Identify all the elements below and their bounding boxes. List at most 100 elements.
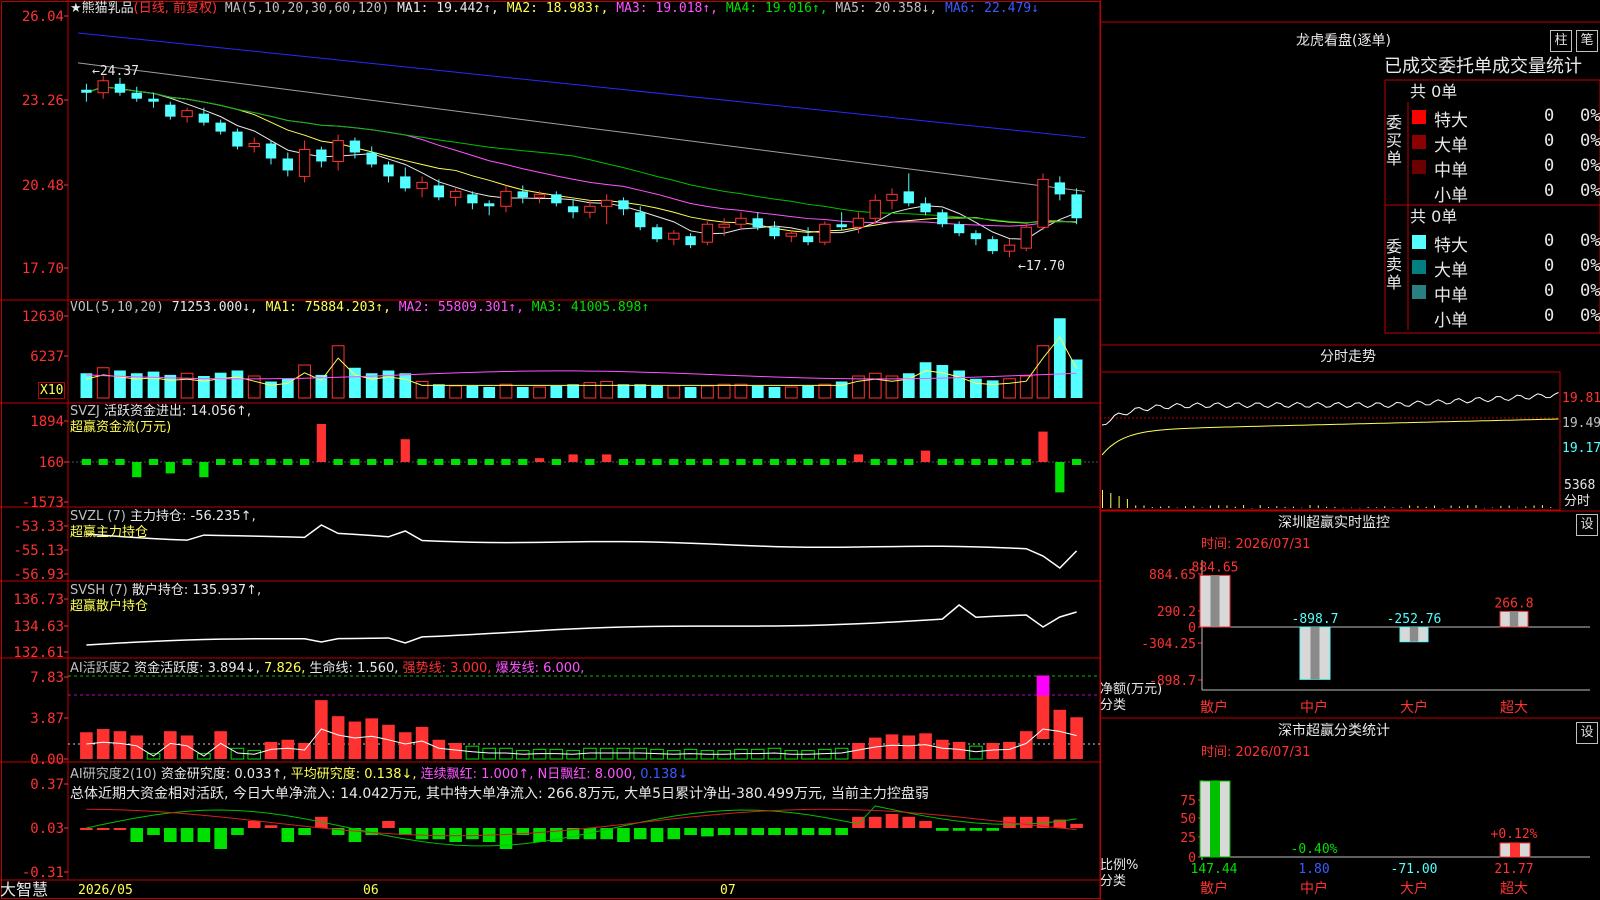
intraday-vol-bar [1144,506,1145,508]
candle-down [199,114,209,123]
order-type: 大单 [1434,256,1468,281]
candle-down [618,200,628,209]
research-bar-down [768,828,781,835]
fund-flow-out [451,459,460,465]
ai-active-tick: 3.87 [30,711,64,727]
volume-bar-down [987,380,999,398]
svsh-tick: 134.63 [13,619,64,635]
tick-mode-button[interactable]: 笔 [1576,30,1598,52]
fund-flow-out [115,459,124,465]
fund-flow-out [468,459,477,465]
svzj-label: SVZJ [70,404,100,419]
sz-category: 大户 [1400,699,1428,716]
fund-flow-out [1055,462,1064,492]
sz-bar-group [1400,627,1428,642]
fund-flow-out [334,459,343,465]
fund-flow-out [367,459,376,465]
volume-bar-down [282,379,294,398]
activity-bar [399,732,412,759]
sz-settings-button[interactable]: 设 [1576,514,1598,536]
dragon-title: 龙虎看盘(逐单) [1296,34,1391,49]
volume-bar-down [349,368,361,398]
svzl-tick: -56.93 [13,567,64,583]
volume-bar-down [366,373,378,398]
intraday-vol-bar [1177,508,1178,509]
intraday-vol-bar [1534,505,1535,508]
candle-up [585,206,595,212]
ai-research-nred: N日飘红: 8.000, [538,767,637,782]
intraday-vol-bar [1343,508,1344,509]
order-pct: 0% [1580,231,1600,251]
bar-mode-button[interactable]: 柱 [1550,30,1572,52]
volume-bar-up [332,346,344,398]
cls-bar-shade [1510,843,1520,857]
order-type: 中单 [1434,156,1468,181]
activity-bar [164,731,177,759]
fund-flow-out [1072,459,1081,465]
candle-up [98,81,108,93]
volume-bar-down [81,373,93,398]
stats-tabs[interactable]: 已成交委托单成交量统计 [1384,56,1582,78]
cls-tick: 50 [1180,812,1196,827]
svzl-tick: -55.13 [13,543,64,559]
fund-flow-in [1038,432,1047,462]
research-bar-up [382,821,395,828]
cls-category: 散户 [1200,880,1228,897]
order-swatch [1412,260,1426,274]
research-bar-down [802,828,815,835]
fund-flow-out [619,459,628,465]
research-bar-up [1020,817,1033,828]
period-label[interactable]: (日线, 前复权) [134,1,217,16]
research-bar-up [919,821,932,828]
fund-flow-out [501,459,510,465]
intraday-vol-bar [1235,507,1236,508]
fund-flow-out [149,459,158,465]
sell-side-label: 委卖单 [1386,238,1404,292]
ai-active-tick: 7.83 [30,670,64,686]
order-swatch [1412,285,1426,299]
svzl-subtitle: 超赢主力持仓 [70,525,148,540]
volume-bar-down [953,371,965,399]
intraday-vol-bar [1359,508,1360,509]
activity-bar [80,732,93,759]
candle-down [232,132,242,147]
research-bar-down [617,828,630,842]
cls-settings-button[interactable]: 设 [1576,722,1598,744]
candle-down [753,218,763,227]
activity-bar [886,734,899,759]
research-bar-down [718,828,731,835]
research-bar-down [634,828,647,839]
stock-title[interactable]: ★熊猫乳品 [70,1,134,16]
sz-bar-value: 266.8 [1494,596,1533,611]
fund-flow-out [652,459,661,465]
sz-time: 时间: 2026/07/31 [1201,537,1310,552]
ai-research-last: 0.138↓ [640,767,688,782]
svsh-label: SVSH (7) [70,583,128,598]
ai-active-label: AI活跃度2 [70,661,130,676]
candle-up [820,224,830,242]
volume-bar-down [920,362,932,398]
fund-flow-out [182,459,191,465]
ai-active-burst: 爆发线: 6.000, [496,661,585,676]
volume-bar-up [702,386,714,398]
vol-ma1: MA1: 75884.203↑, [266,300,391,315]
research-bar-down [281,828,294,842]
fund-flow-out [803,459,812,465]
volume-bar-up [534,387,546,398]
ma5-value: MA5: 20.358↓, [835,1,937,16]
candle-down [215,123,225,132]
cls-category: 中户 [1300,880,1328,897]
research-bar-down [449,828,462,842]
research-bar-up [97,828,110,830]
research-bar-down [181,828,194,842]
order-count: 0 [1544,106,1554,126]
volume-bar-down [483,387,495,398]
order-pct: 0% [1580,156,1600,176]
cls-ylabel: 比例% [1100,858,1138,873]
research-bar-down [936,828,949,831]
x-label-jun: 06 [363,883,379,898]
fund-flow-out [787,459,796,465]
fund-flow-out [686,459,695,465]
volume-bar-down [802,386,814,398]
fund-flow-in [921,451,930,462]
